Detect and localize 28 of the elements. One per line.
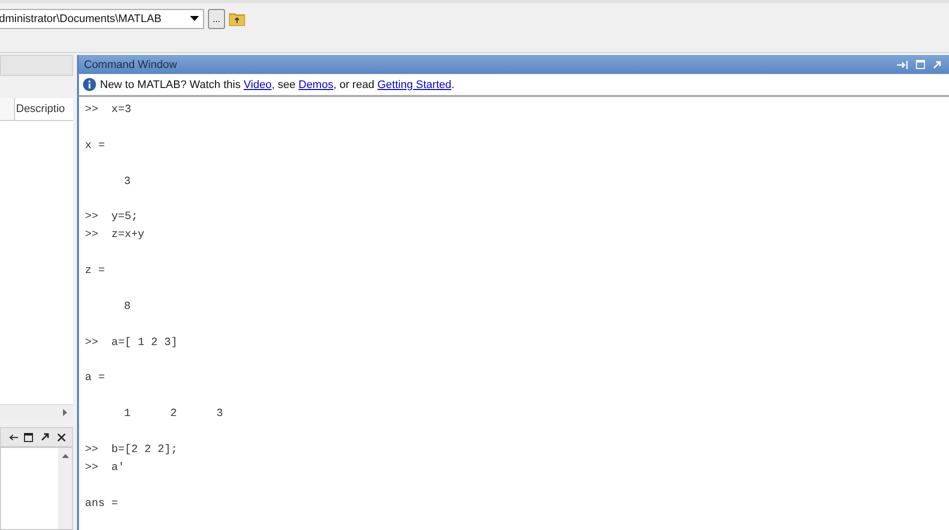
output-line: a = [85,372,105,384]
browse-button[interactable]: ... [208,8,225,28]
output-line: ans = [85,498,118,510]
command-line: >> a=[ 1 2 3] [85,336,178,349]
command-line: >> b=[2 2 2]; [85,444,178,456]
output-line: x = [85,140,105,152]
dropdown-arrow-icon[interactable] [190,16,199,21]
output-line: 8 [124,300,131,313]
command-line: >> x=3 [85,104,132,116]
output-line: 1 2 3 [124,408,224,420]
output-line: 3 [124,176,131,188]
maximize-icon[interactable] [24,432,33,442]
scroll-right-icon[interactable] [63,408,67,416]
scroll-up-icon[interactable] [62,454,68,458]
undock-icon[interactable] [41,433,49,441]
close-icon[interactable] [57,432,66,442]
command-line: >> y=5; [85,211,138,224]
info-icon [83,78,96,91]
info-message: New to MATLAB? Watch this Video, see Demos, or read Getting Started. [100,78,454,90]
command-line: >> a' [85,462,125,474]
link[interactable]: Video [244,78,272,90]
link[interactable]: Getting Started [377,78,452,90]
window-title: Command Window [84,58,177,70]
output-line: z = [85,265,105,278]
dock-icon[interactable] [9,432,18,442]
folder-up-icon[interactable] [229,12,245,26]
link[interactable]: Demos [298,78,334,90]
command-line: >> z=x+y [85,229,144,242]
